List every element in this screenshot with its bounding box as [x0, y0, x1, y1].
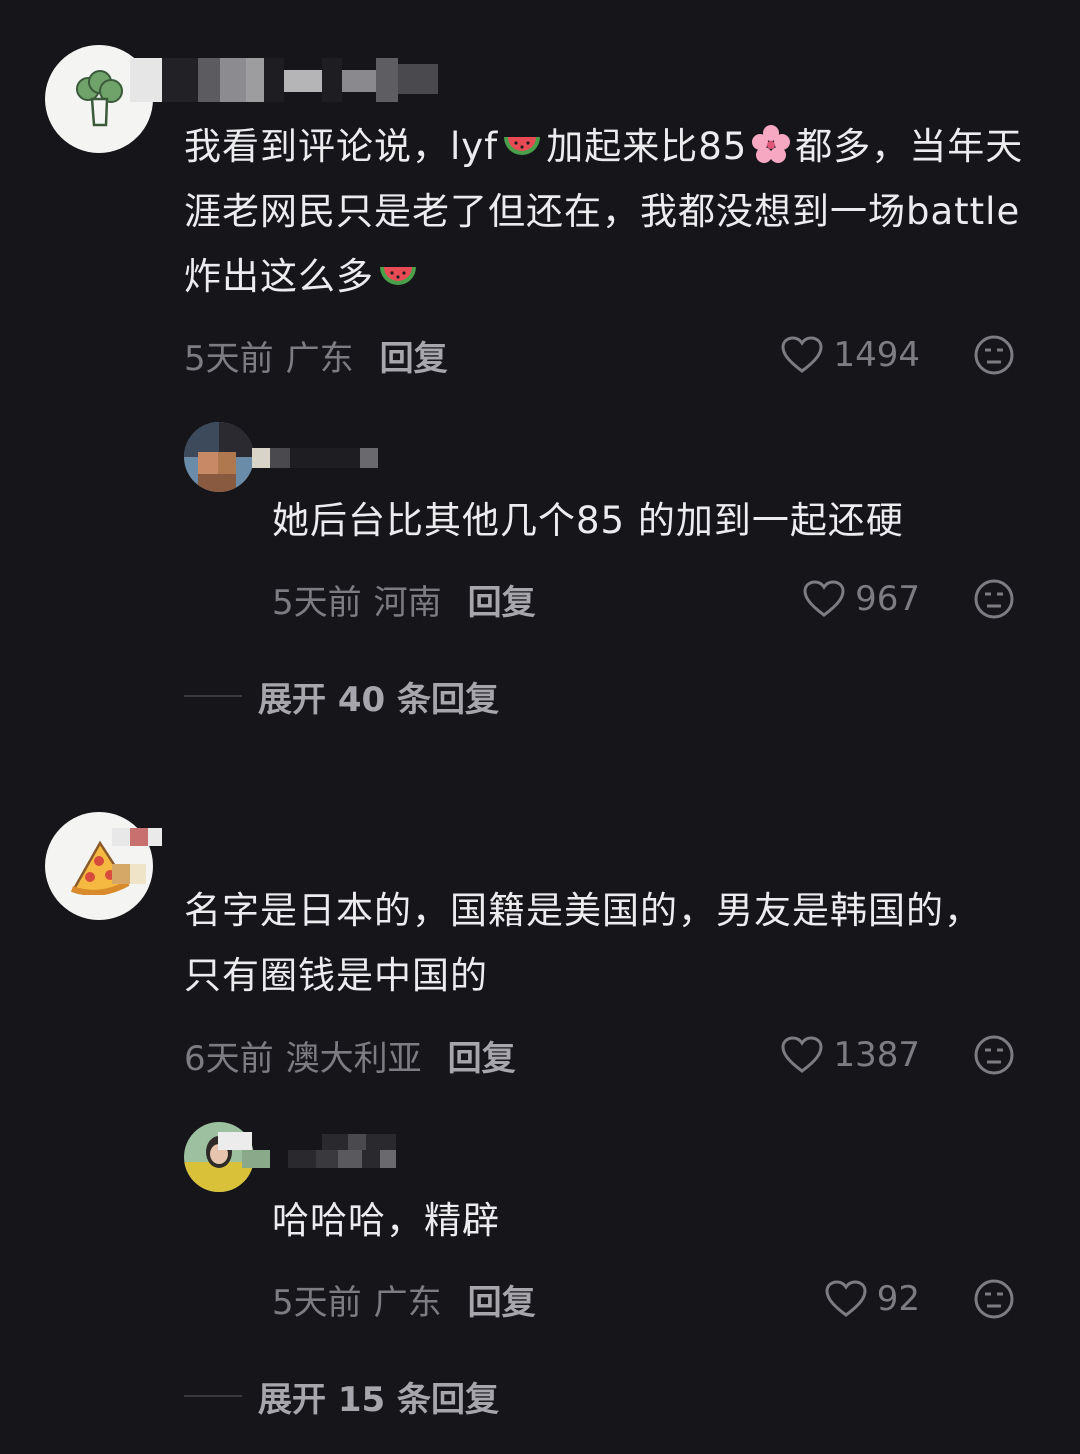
like-count: 967 [855, 579, 920, 619]
location: 澳大利亚 [285, 1038, 422, 1079]
like-button[interactable]: 92 [825, 1274, 920, 1324]
reply-text: 她后台比其他几个85 的加到一起还硬 [272, 499, 904, 542]
reply-meta: 5天前 河南 回复 [272, 574, 536, 624]
location: 河南 [373, 582, 442, 623]
reply-username-redacted[interactable] [252, 448, 378, 468]
like-count: 92 [876, 1279, 920, 1319]
expand-replies-button[interactable]: 展开 15 条回复 [184, 1371, 499, 1421]
username-redacted[interactable] [130, 58, 438, 102]
reply-username-redacted[interactable] [218, 1132, 252, 1150]
location: 广东 [285, 338, 354, 379]
expand-label: 展开 40 条回复 [258, 679, 499, 720]
comments-page: 我看到评论说，lyf 加起来比85 都多，当年天涯老网民只是老了但还在，我都没想到一… [0, 0, 1080, 1454]
reply-text: 哈哈哈，精辟 [272, 1199, 500, 1242]
comment-text: 我看到评论说，lyf 加起来比85 都多，当年天涯老网民只是老了但还在，我都没想到一… [184, 114, 1044, 309]
like-button[interactable]: 1387 [781, 1030, 920, 1080]
dislike-face-icon[interactable] [973, 1034, 1015, 1076]
heart-icon [803, 580, 845, 617]
watermelon-icon [380, 267, 416, 285]
comment-text-part: 加起来比85 [546, 125, 748, 168]
reply-username-redacted [242, 1150, 396, 1168]
comment-meta: 5天前 广东 回复 [184, 330, 448, 380]
timestamp: 5天前 [272, 1282, 362, 1323]
reply-button[interactable]: 回复 [380, 331, 448, 380]
location: 广东 [373, 1282, 442, 1323]
dislike-face-icon[interactable] [973, 578, 1015, 620]
reply-button[interactable]: 回复 [448, 1031, 516, 1080]
cherry-blossom-icon [752, 125, 791, 163]
dislike-face-icon[interactable] [973, 1278, 1015, 1320]
username-redacted [112, 864, 146, 884]
divider [184, 695, 242, 697]
expand-replies-button[interactable]: 展开 40 条回复 [184, 671, 499, 721]
heart-icon [781, 1036, 823, 1073]
broccoli-icon [76, 70, 123, 127]
timestamp: 5天前 [184, 338, 274, 379]
like-count: 1494 [833, 335, 920, 375]
comment-meta: 6天前 澳大利亚 回复 [184, 1030, 516, 1080]
timestamp: 5天前 [272, 582, 362, 623]
like-count: 1387 [833, 1035, 920, 1075]
reply-button[interactable]: 回复 [468, 575, 536, 624]
dislike-face-icon[interactable] [973, 334, 1015, 376]
heart-icon [825, 1280, 867, 1317]
like-button[interactable]: 1494 [781, 330, 920, 380]
reply-button[interactable]: 回复 [468, 1275, 536, 1324]
reply-username-redacted [322, 1134, 396, 1150]
timestamp: 6天前 [184, 1038, 274, 1079]
reply-meta: 5天前 广东 回复 [272, 1274, 536, 1324]
watermelon-icon [504, 137, 541, 155]
divider [184, 1395, 242, 1397]
comment-text-part: 我看到评论说，lyf [184, 125, 499, 168]
username-redacted[interactable] [112, 828, 162, 846]
comment-text: 名字是日本的，国籍是美国的，男友是韩国的，只有圈钱是中国的 [184, 889, 982, 997]
like-button[interactable]: 967 [803, 574, 920, 624]
expand-label: 展开 15 条回复 [258, 1379, 499, 1420]
heart-icon [781, 336, 823, 373]
reply-avatar[interactable] [184, 422, 254, 492]
